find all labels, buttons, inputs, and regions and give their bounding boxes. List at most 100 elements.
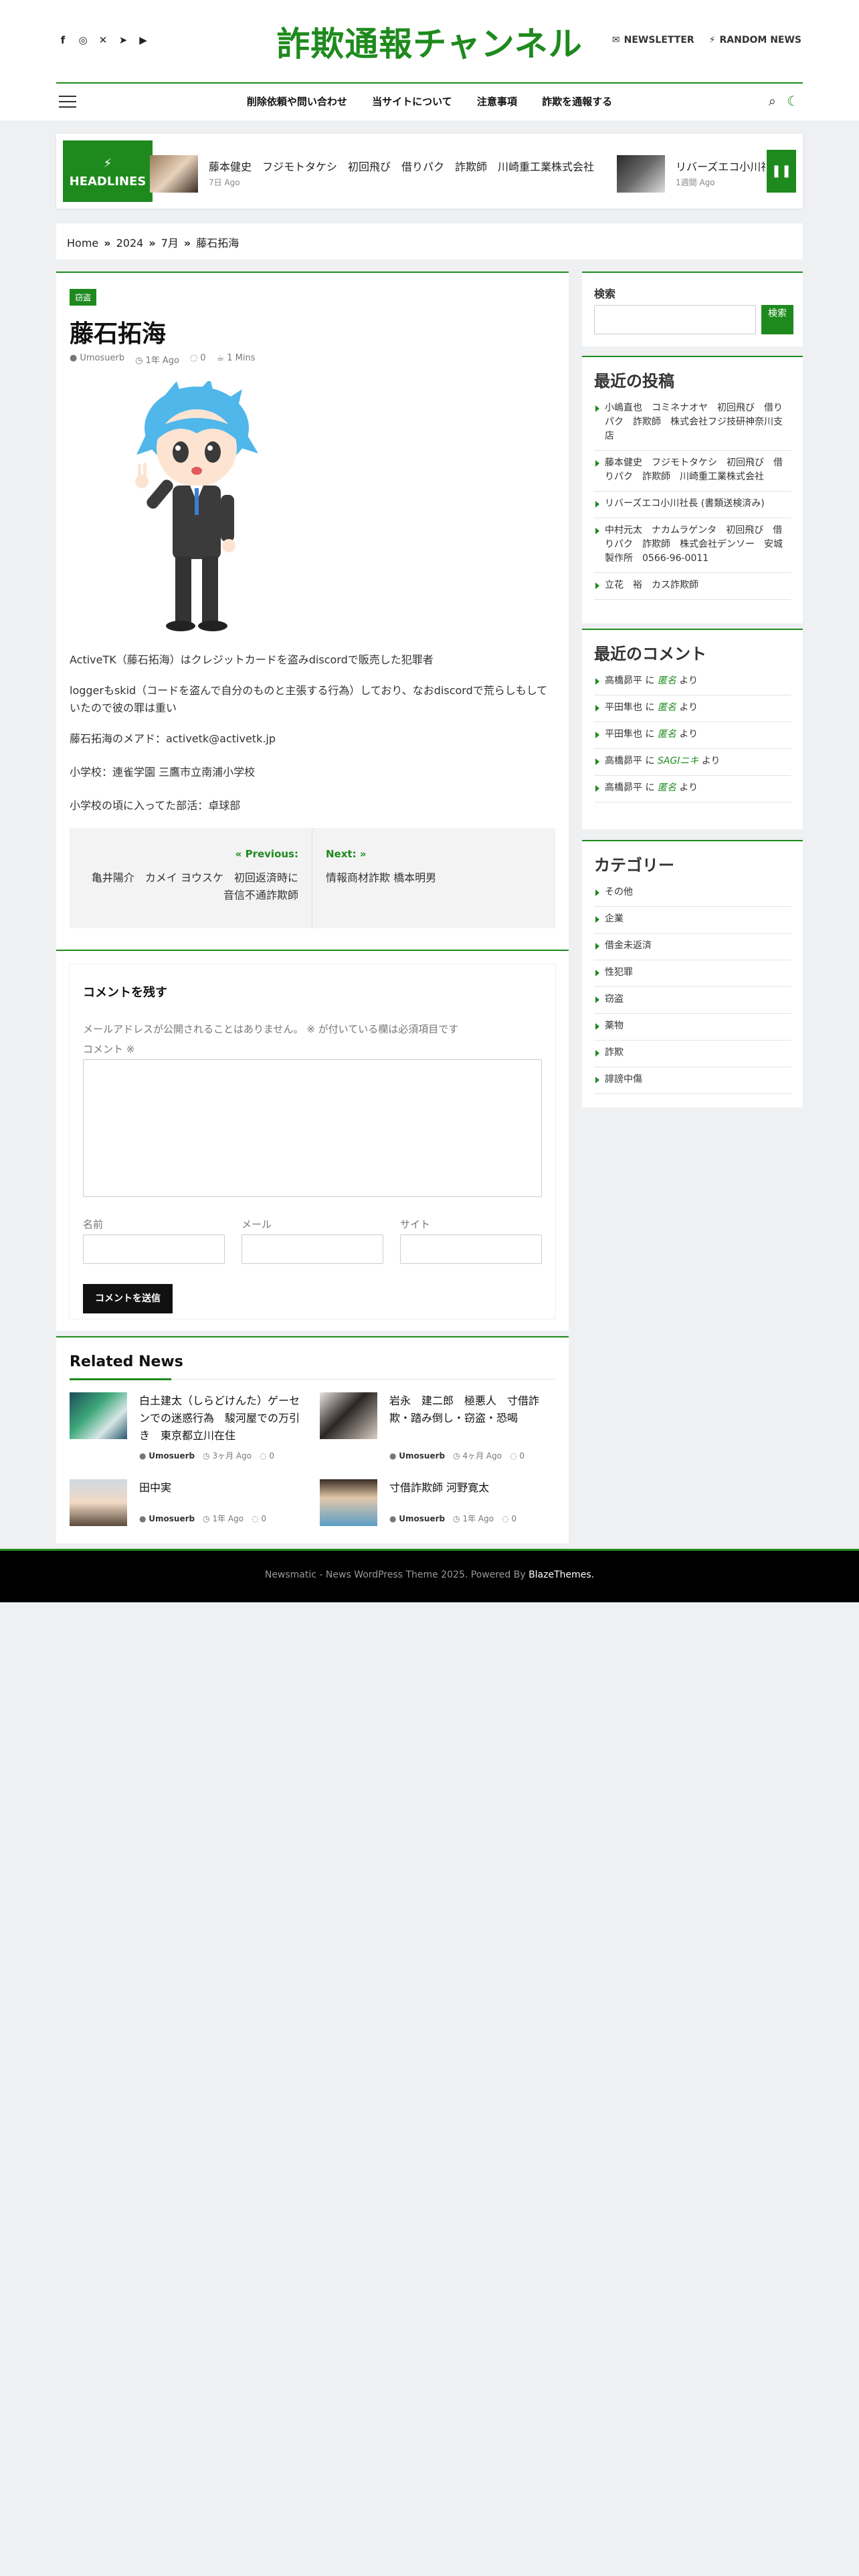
category-item[interactable]: 性犯罪 bbox=[594, 960, 791, 987]
recent-post-item[interactable]: 中村元太 ナカムラゲンタ 初回飛び 借りパク 詐欺師 株式会社デンソー 安城製作… bbox=[594, 518, 791, 573]
previous-label-text: Previous: bbox=[245, 848, 298, 860]
double-chevron-left-icon: « bbox=[235, 848, 246, 860]
related-author[interactable]: Umosuerb bbox=[149, 1451, 195, 1461]
bolt-icon: ⚡ bbox=[708, 35, 716, 45]
related-divider-accent bbox=[70, 1378, 171, 1380]
recent-post-item[interactable]: 立花 裕 カス詐欺師 bbox=[594, 573, 791, 600]
related-item[interactable]: 白土建太（しらどけんた）ゲーセンでの迷惑行為 駿河屋での万引き 東京都立川在住 … bbox=[70, 1392, 308, 1466]
related-comments: 0 bbox=[511, 1514, 517, 1523]
clock-icon: ◷ bbox=[453, 1451, 463, 1461]
related-author[interactable]: Umosuerb bbox=[149, 1514, 195, 1523]
related-news-title: Related News bbox=[70, 1354, 183, 1370]
recent-comment-item: 高橋昴平 に SAGIニキ より bbox=[594, 749, 791, 776]
comment-post-link[interactable]: 匿名 bbox=[658, 729, 676, 740]
search-input[interactable] bbox=[594, 305, 756, 334]
headline-item[interactable]: 藤本健史 フジモトタケシ 初回飛び 借りパク 詐欺師 川崎重工業株式会社 7日 … bbox=[150, 155, 594, 193]
related-thumbnail[interactable] bbox=[320, 1392, 377, 1439]
related-item-meta: ● Umosuerb ◷ 3ヶ月 Ago ◌ 0 bbox=[139, 1450, 274, 1461]
related-comments: 0 bbox=[261, 1514, 267, 1523]
comment-post-link[interactable]: 匿名 bbox=[658, 675, 676, 686]
related-item-meta: ● Umosuerb ◷ 1年 Ago ◌ 0 bbox=[139, 1513, 266, 1524]
comment-suffix: より bbox=[701, 756, 721, 766]
comment-icon: ◌ bbox=[189, 353, 198, 363]
related-item-title[interactable]: 田中実 bbox=[139, 1479, 308, 1497]
nav-item-notes[interactable]: 注意事項 bbox=[477, 96, 517, 108]
name-field[interactable] bbox=[83, 1235, 225, 1264]
comment-post-link[interactable]: 匿名 bbox=[658, 782, 676, 793]
recent-comment-item: 高橋昴平 に 匿名 より bbox=[594, 669, 791, 695]
category-item[interactable]: 薬物 bbox=[594, 1014, 791, 1041]
next-post-link[interactable]: Next: » 情報商材詐欺 橋本明男 bbox=[312, 828, 555, 928]
recent-post-item[interactable]: リバーズエコ小川社長 (書類送検済み) bbox=[594, 492, 791, 518]
clock-icon: ◷ bbox=[203, 1451, 213, 1461]
related-item[interactable]: 岩永 建二郎 極悪人 寸借詐欺・踏み倒し・窃盗・恐喝 ● Umosuerb ◷ … bbox=[320, 1392, 558, 1466]
post-comments-count: 0 bbox=[200, 353, 206, 363]
categories-title: カテゴリー bbox=[594, 856, 674, 875]
comment-post-link[interactable]: 匿名 bbox=[658, 702, 676, 713]
recent-posts-list: 小嶋直也 コミネナオヤ 初回飛び 借りパク 詐欺師 株式会社フジ技研神奈川支店 … bbox=[594, 396, 791, 600]
related-item-title[interactable]: 白土建太（しらどけんた）ゲーセンでの迷惑行為 駿河屋での万引き 東京都立川在住 bbox=[139, 1392, 308, 1444]
next-post-title[interactable]: 情報商材詐欺 橋本明男 bbox=[326, 869, 542, 887]
recent-post-item[interactable]: 小嶋直也 コミネナオヤ 初回飛び 借りパク 詐欺師 株式会社フジ技研神奈川支店 bbox=[594, 396, 791, 451]
random-news-link[interactable]: ⚡ RANDOM NEWS bbox=[709, 35, 801, 45]
pause-icon[interactable]: ❚❚ bbox=[767, 150, 796, 193]
headline-item[interactable]: リバーズエコ小川社長 (書類送検済み) 1週間 Ago bbox=[617, 155, 765, 193]
nav-item-contact[interactable]: 削除依頼や問い合わせ bbox=[247, 96, 347, 108]
related-item-title[interactable]: 岩永 建二郎 極悪人 寸借詐欺・踏み倒し・窃盗・恐喝 bbox=[389, 1392, 558, 1427]
category-badge[interactable]: 窃盗 bbox=[70, 289, 97, 306]
comment-label: コメント ※ bbox=[83, 1043, 135, 1055]
nav-item-report[interactable]: 詐欺を通報する bbox=[542, 96, 612, 108]
site-field[interactable] bbox=[400, 1235, 542, 1264]
breadcrumb-separator-icon: » bbox=[149, 237, 156, 249]
related-item[interactable]: 田中実 ● Umosuerb ◷ 1年 Ago ◌ 0 bbox=[70, 1479, 308, 1533]
category-item[interactable]: 窃盗 bbox=[594, 987, 791, 1014]
user-icon: ● bbox=[389, 1514, 399, 1523]
related-thumbnail[interactable] bbox=[70, 1392, 127, 1439]
bolt-icon: ⚡ bbox=[103, 156, 112, 171]
breadcrumb: Home » 2024 » 7月 » 藤石拓海 bbox=[56, 223, 803, 259]
related-thumbnail[interactable] bbox=[320, 1479, 377, 1526]
categories-list: その他 企業 借金未返済 性犯罪 窃盗 薬物 詐欺 誹謗中傷 bbox=[594, 880, 791, 1094]
post-paragraph: 藤石拓海のメアド：activetk@activetk.jp bbox=[70, 732, 276, 745]
related-news: Related News 白土建太（しらどけんた）ゲーセンでの迷惑行為 駿河屋で… bbox=[56, 1336, 569, 1543]
category-item[interactable]: 誹謗中傷 bbox=[594, 1067, 791, 1094]
headline-title[interactable]: 藤本健史 フジモトタケシ 初回飛び 借りパク 詐欺師 川崎重工業株式会社 bbox=[209, 158, 594, 174]
email-field[interactable] bbox=[242, 1235, 383, 1264]
related-item[interactable]: 寸借詐欺師 河野寛太 ● Umosuerb ◷ 1年 Ago ◌ 0 bbox=[320, 1479, 558, 1533]
related-thumbnail[interactable] bbox=[70, 1479, 127, 1526]
previous-post-title[interactable]: 亀井陽介 カメイ ヨウスケ 初回返済時に音信不通詐欺師 bbox=[83, 869, 298, 904]
breadcrumb-year[interactable]: 2024 bbox=[116, 237, 144, 249]
headline-thumbnail[interactable] bbox=[150, 155, 198, 193]
comment-icon: ◌ bbox=[510, 1451, 520, 1461]
submit-comment-button[interactable]: コメントを送信 bbox=[83, 1284, 173, 1313]
newsletter-link[interactable]: ✉ NEWSLETTER bbox=[612, 35, 694, 45]
comment-textarea[interactable] bbox=[83, 1059, 542, 1197]
related-item-title[interactable]: 寸借詐欺師 河野寛太 bbox=[389, 1479, 558, 1497]
category-item[interactable]: その他 bbox=[594, 880, 791, 907]
search-icon[interactable]: ⌕ bbox=[769, 93, 776, 109]
search-button[interactable]: 検索 bbox=[761, 305, 793, 334]
newsletter-label: NEWSLETTER bbox=[624, 35, 694, 45]
breadcrumb-home[interactable]: Home bbox=[67, 237, 98, 249]
related-author[interactable]: Umosuerb bbox=[399, 1451, 445, 1461]
related-date: 3ヶ月 Ago bbox=[212, 1451, 252, 1461]
recent-comments-title: 最近のコメント bbox=[594, 645, 706, 663]
footer-link[interactable]: BlazeThemes. bbox=[529, 1570, 594, 1580]
category-item[interactable]: 借金未返済 bbox=[594, 934, 791, 960]
category-item[interactable]: 詐欺 bbox=[594, 1041, 791, 1067]
nav-item-about[interactable]: 当サイトについて bbox=[372, 96, 452, 108]
dark-mode-icon[interactable]: ☾ bbox=[787, 93, 799, 109]
related-author[interactable]: Umosuerb bbox=[399, 1514, 445, 1523]
headline-title[interactable]: リバーズエコ小川社長 (書類送検済み) bbox=[676, 158, 765, 174]
post-author[interactable]: ● Umosuerb bbox=[70, 353, 124, 366]
recent-post-item[interactable]: 藤本健史 フジモトタケシ 初回飛び 借りパク 詐欺師 川崎重工業株式会社 bbox=[594, 451, 791, 492]
comment-post-link[interactable]: SAGIニキ bbox=[658, 756, 698, 766]
comment-author: 高橋昴平 bbox=[605, 756, 642, 766]
previous-post-link[interactable]: « Previous: 亀井陽介 カメイ ヨウスケ 初回返済時に音信不通詐欺師 bbox=[70, 828, 312, 928]
category-item[interactable]: 企業 bbox=[594, 907, 791, 934]
breadcrumb-month[interactable]: 7月 bbox=[161, 237, 179, 249]
post-comments[interactable]: ◌ 0 bbox=[190, 353, 206, 366]
recent-comment-item: 平田隼也 に 匿名 より bbox=[594, 695, 791, 722]
headlines-label: ⚡ HEADLINES bbox=[63, 140, 153, 202]
headline-thumbnail[interactable] bbox=[617, 155, 665, 193]
